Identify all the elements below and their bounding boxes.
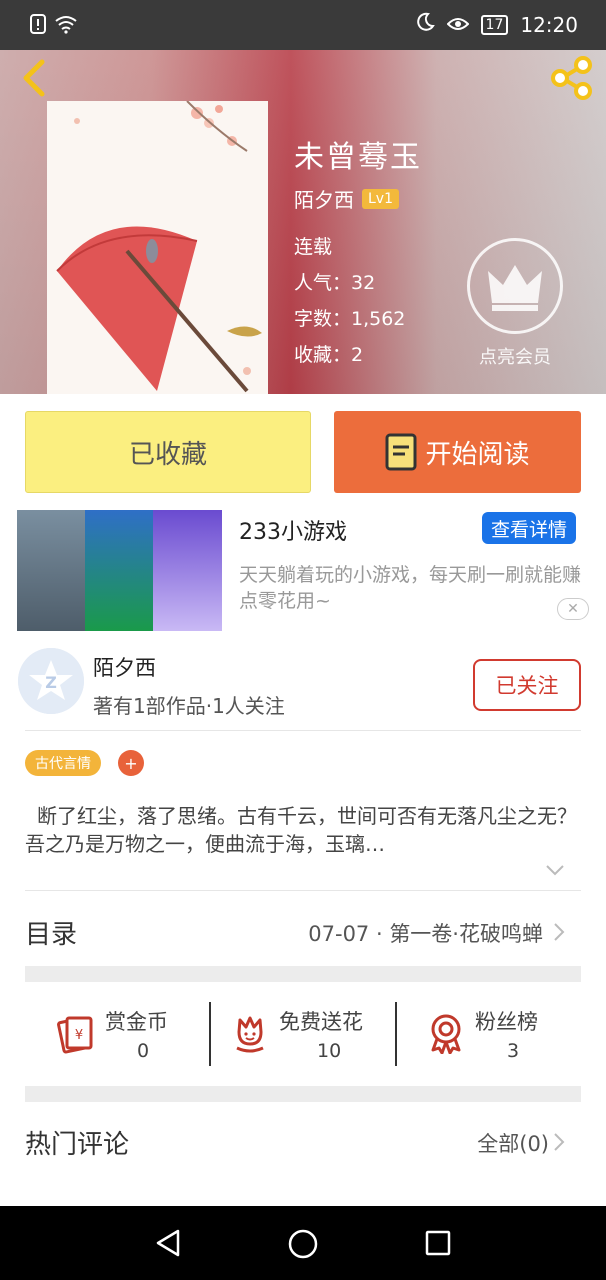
followed-button[interactable]: 已关注 [473, 659, 581, 711]
chevron-left-icon [23, 59, 45, 97]
wifi-icon [54, 14, 78, 38]
alert-icon [30, 14, 46, 38]
avatar[interactable]: Z [18, 648, 84, 714]
book-header: 未曾蓦玉 陌夕西 Lv1 连载 人气：32 字数：1,562 收藏：2 点亮会员 [0, 50, 606, 394]
latest-chapter: 07-07 · 第一卷·花破鸣蝉 [308, 922, 543, 946]
author-name: 陌夕西 [93, 656, 156, 680]
battery-indicator: 17 [480, 14, 509, 35]
book-status: 连载 [294, 236, 333, 258]
share-icon [551, 56, 592, 100]
home-circle-icon[interactable] [287, 1228, 319, 1260]
default-avatar-icon: Z [18, 648, 84, 714]
svg-text:¥: ¥ [75, 1028, 83, 1043]
chevron-right-icon [554, 1133, 565, 1151]
ad-description: 天天躺着玩的小游戏，每天刷一刷就能赚点零花用~ [239, 564, 582, 612]
chevron-down-icon[interactable] [545, 864, 565, 876]
synopsis: 断了红尘，落了思绪。古有千云，世间可否有无落凡尘之无？吾之乃是万物之一，便曲流于… [25, 804, 577, 856]
start-reading-label: 开始阅读 [425, 439, 530, 470]
section-separator [25, 966, 581, 982]
hot-comments-row[interactable]: 热门评论 全部(0) [25, 1124, 581, 1164]
system-navigation-bar [0, 1206, 606, 1280]
status-bar: 17 12:20 [0, 0, 606, 50]
book-author[interactable]: 陌夕西 [294, 184, 354, 213]
recents-square-icon[interactable] [424, 1229, 452, 1257]
free-flowers-stat[interactable]: 免费送花 10 [211, 1000, 395, 1068]
book-detail-panel: 已收藏 开始阅读 233小游戏 查看详情 天天躺着玩的小游戏，每天刷一刷就能赚点… [0, 394, 606, 1206]
share-button[interactable] [548, 56, 596, 100]
moon-icon [415, 12, 435, 37]
ad-banner[interactable]: 233小游戏 查看详情 天天躺着玩的小游戏，每天刷一刷就能赚点零花用~ ✕ [17, 510, 589, 632]
free-flowers-label: 免费送花 [279, 1010, 363, 1034]
stats-row: ¥ 赏金币 0 免费送花 10 粉丝榜 3 [25, 1000, 581, 1068]
book-author-line: 陌夕西 Lv1 [294, 184, 399, 213]
ad-image[interactable] [17, 510, 222, 631]
red-envelope-icon: ¥ [57, 1016, 93, 1054]
back-triangle-icon[interactable] [154, 1228, 182, 1258]
ad-details-button[interactable]: 查看详情 [482, 512, 576, 544]
table-of-contents-row[interactable]: 目录 07-07 · 第一卷·花破鸣蝉 [25, 912, 581, 952]
svg-text:Z: Z [45, 673, 57, 692]
fan-ranking-stat[interactable]: 粉丝榜 3 [397, 1000, 581, 1068]
crown-icon [488, 265, 542, 311]
time-text: 12:20 [520, 12, 578, 37]
fan-ranking-label: 粉丝榜 [475, 1010, 538, 1034]
vip-label: 点亮会员 [479, 347, 551, 368]
book-word-count: 字数：1,562 [294, 308, 406, 330]
collected-button[interactable]: 已收藏 [25, 411, 311, 493]
all-comments-link[interactable]: 全部(0) [477, 1128, 549, 1158]
section-separator [25, 1086, 581, 1102]
free-flowers-value: 10 [317, 1040, 342, 1062]
chevron-right-icon [554, 923, 565, 941]
hot-comments-label: 热门评论 [25, 1130, 130, 1160]
book-favorites: 收藏：2 [294, 344, 364, 366]
reward-coins-value: 0 [137, 1040, 150, 1062]
genre-tag[interactable]: 古代言情 [25, 750, 101, 776]
back-button[interactable] [16, 58, 56, 98]
level-badge: Lv1 [362, 188, 399, 209]
fan-ranking-value: 3 [507, 1040, 520, 1062]
book-icon [385, 433, 417, 471]
reward-coins-stat[interactable]: ¥ 赏金币 0 [25, 1000, 211, 1068]
author-row[interactable]: Z 陌夕西 著有1部作品·1人关注 已关注 [0, 644, 606, 730]
book-cover[interactable] [47, 101, 268, 394]
eye-icon [446, 13, 469, 37]
medal-icon [431, 1014, 461, 1054]
divider [25, 730, 581, 731]
vip-button[interactable] [467, 238, 563, 334]
cover-illustration [47, 101, 268, 394]
book-popularity: 人气：32 [294, 272, 376, 294]
start-reading-button[interactable]: 开始阅读 [334, 411, 581, 493]
toc-label: 目录 [25, 920, 78, 950]
add-tag-button[interactable]: + [118, 750, 144, 776]
ad-close-button[interactable]: ✕ [557, 598, 589, 620]
flower-icon [236, 1016, 264, 1053]
divider [25, 890, 581, 891]
book-title: 未曾蓦玉 [294, 140, 422, 175]
author-summary: 著有1部作品·1人关注 [93, 694, 285, 718]
ad-title: 233小游戏 [239, 520, 347, 545]
reward-coins-label: 赏金币 [105, 1010, 168, 1034]
